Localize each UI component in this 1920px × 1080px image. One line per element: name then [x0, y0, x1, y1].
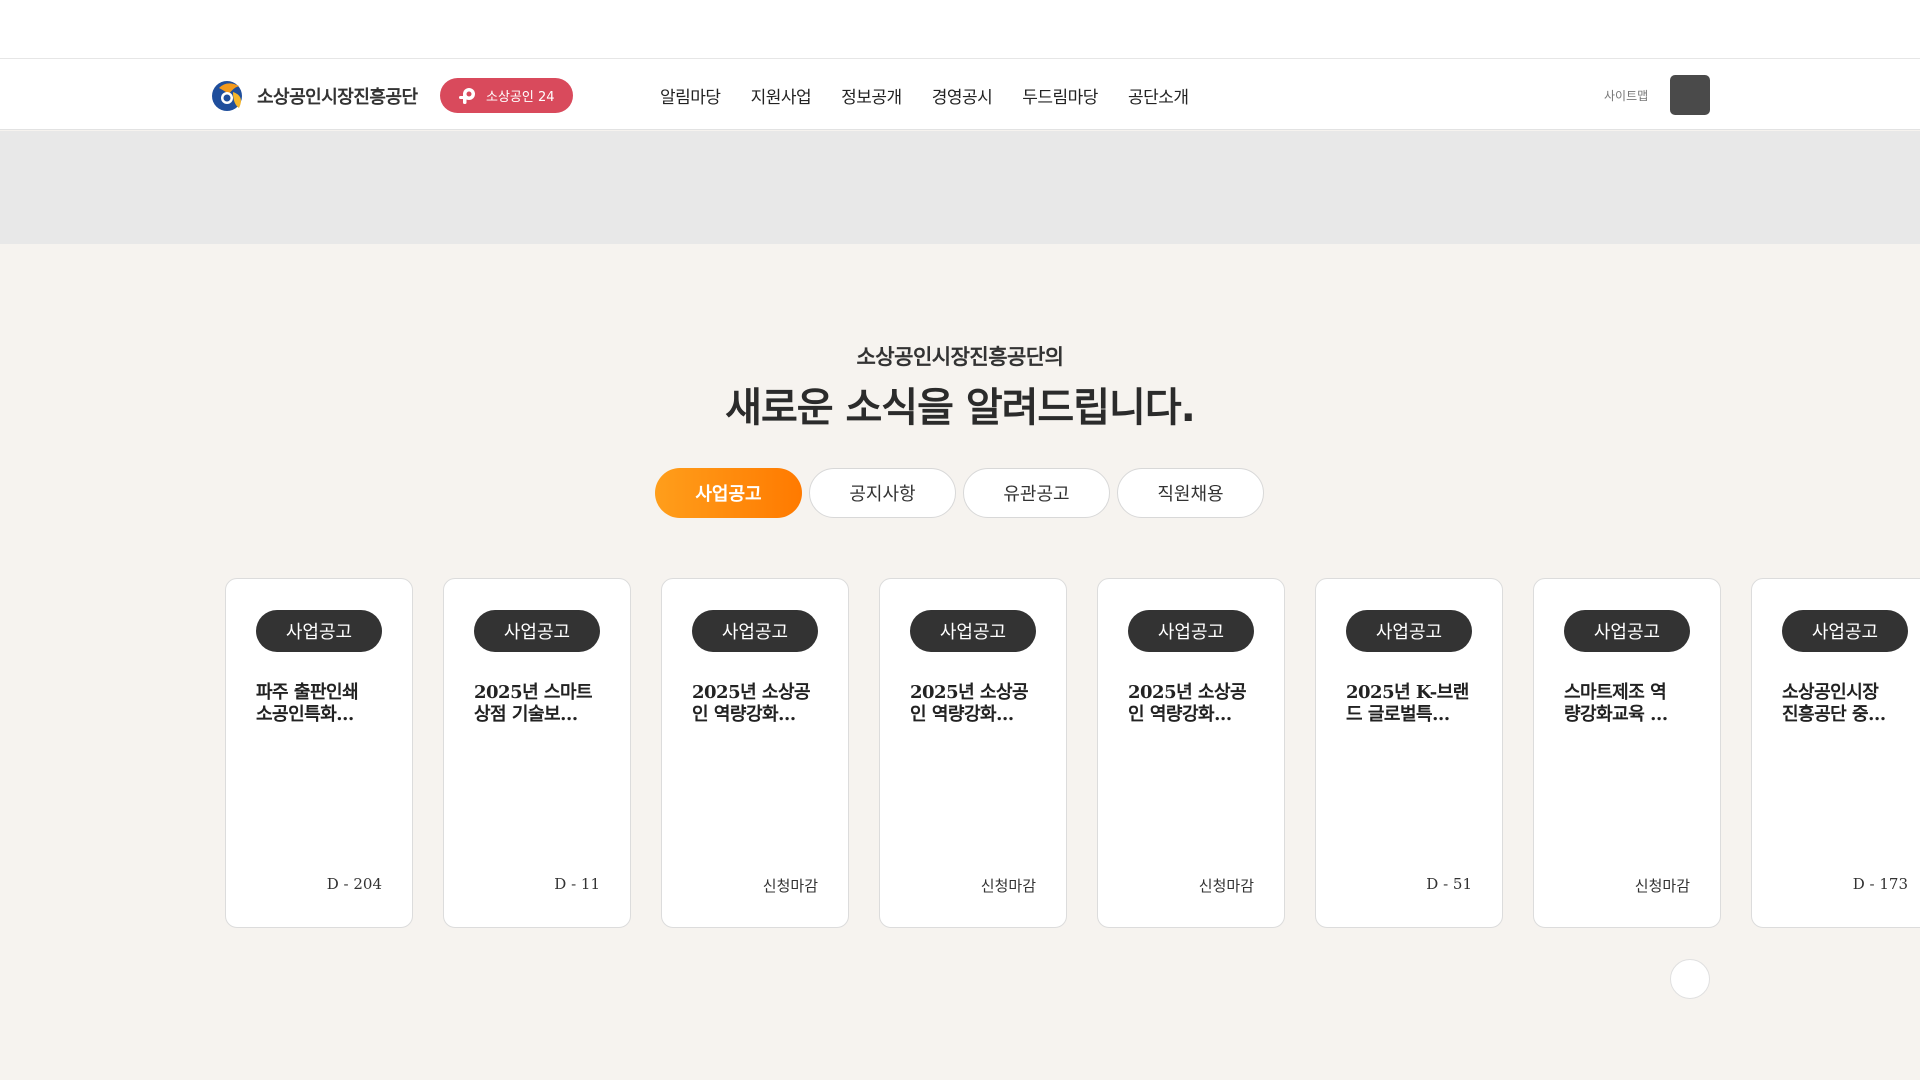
card-title-line: 2025년 K-브랜	[1346, 682, 1469, 703]
section-title: 새로운 소식을 알려드립니다.	[725, 385, 1196, 431]
site-logo[interactable]: 소상공인시장진흥공단	[209, 78, 418, 114]
sitemap-link[interactable]: 사이트맵	[1604, 87, 1648, 104]
tab-related-notice[interactable]: 유관공고	[963, 468, 1110, 518]
p-logo-icon	[459, 87, 475, 104]
card-status: 신청마감	[980, 877, 1036, 895]
card-status: D - 11	[554, 875, 600, 893]
card-title-line: 2025년 소상공	[1128, 682, 1247, 703]
site-header: 소상공인시장진흥공단 소상공인 24 알림마당 지원사업 정보공개 경영공시 두…	[0, 59, 1920, 130]
card-status: 신청마감	[1198, 877, 1254, 895]
card-title-line: 소상공인시장	[1782, 682, 1879, 703]
card-title-line: 진흥공단 중…	[1782, 704, 1886, 725]
card-title-line: 상점 기술보…	[474, 704, 578, 725]
card-title: 2025년 소상공 인 역량강화…	[692, 682, 822, 726]
card-status: D - 204	[326, 875, 382, 893]
nav-item-management[interactable]: 경영공시	[932, 83, 993, 108]
news-tabs: 사업공고 공지사항 유관공고 직원채용	[655, 468, 1264, 518]
nav-item-doodream[interactable]: 두드림마당	[1022, 83, 1098, 108]
logo-mark-icon	[212, 81, 242, 111]
sosanggongin24-button[interactable]: 소상공인 24	[440, 78, 573, 113]
card-category-badge: 사업공고	[1346, 610, 1472, 652]
card-status: D - 173	[1852, 875, 1908, 893]
card-category-badge: 사업공고	[1782, 610, 1908, 652]
tab-notice[interactable]: 공지사항	[809, 468, 956, 518]
card-category-badge: 사업공고	[474, 610, 600, 652]
notice-card[interactable]: 사업공고 2025년 스마트 상점 기술보… D - 11	[443, 578, 631, 928]
sosanggongin24-label: 소상공인 24	[486, 90, 555, 105]
nav-item-about[interactable]: 공단소개	[1128, 83, 1189, 108]
notice-card[interactable]: 사업공고 소상공인시장 진흥공단 중… D - 173	[1751, 578, 1920, 928]
card-title-line: 드 글로벌특…	[1346, 704, 1450, 725]
card-title: 2025년 소상공 인 역량강화…	[1128, 682, 1258, 726]
card-category-badge: 사업공고	[1564, 610, 1690, 652]
tab-business-notice[interactable]: 사업공고	[655, 468, 802, 518]
logo-text: 소상공인시장진흥공단	[257, 87, 418, 108]
card-title-line: 인 역량강화…	[910, 704, 1014, 725]
card-title: 소상공인시장 진흥공단 중…	[1782, 682, 1912, 726]
card-title: 스마트제조 역 량강화교육 …	[1564, 682, 1694, 726]
notice-card[interactable]: 사업공고 2025년 소상공 인 역량강화… 신청마감	[661, 578, 849, 928]
notice-card-list: 사업공고 파주 출판인쇄 소공인특화… D - 204 사업공고 2025년 스…	[225, 578, 1920, 930]
nav-item-notice[interactable]: 알림마당	[660, 83, 721, 108]
notice-card[interactable]: 사업공고 스마트제조 역 량강화교육 … 신청마감	[1533, 578, 1721, 928]
notice-card[interactable]: 사업공고 2025년 소상공 인 역량강화… 신청마감	[1097, 578, 1285, 928]
section-subtitle: 소상공인시장진흥공단의	[856, 345, 1064, 369]
hamburger-icon[interactable]	[1670, 75, 1710, 115]
card-title-line: 량강화교육 …	[1564, 704, 1668, 725]
card-status: 신청마감	[762, 877, 818, 895]
card-category-badge: 사업공고	[1128, 610, 1254, 652]
card-title: 2025년 소상공 인 역량강화…	[910, 682, 1040, 726]
top-bar	[0, 0, 1920, 59]
main-nav: 알림마당 지원사업 정보공개 경영공시 두드림마당 공단소개	[660, 83, 1189, 108]
tab-recruitment[interactable]: 직원채용	[1117, 468, 1264, 518]
notice-card[interactable]: 사업공고 2025년 소상공 인 역량강화… 신청마감	[879, 578, 1067, 928]
card-title-line: 스마트제조 역	[1564, 682, 1667, 703]
card-title-line: 인 역량강화…	[1128, 704, 1232, 725]
card-title-line: 인 역량강화…	[692, 704, 796, 725]
card-category-badge: 사업공고	[692, 610, 818, 652]
carousel-control-button[interactable]	[1670, 959, 1710, 999]
notice-card[interactable]: 사업공고 파주 출판인쇄 소공인특화… D - 204	[225, 578, 413, 928]
card-title-line: 2025년 소상공	[910, 682, 1029, 703]
card-title: 2025년 K-브랜 드 글로벌특…	[1346, 682, 1476, 726]
card-title: 2025년 스마트 상점 기술보…	[474, 682, 604, 726]
nav-item-support[interactable]: 지원사업	[751, 83, 812, 108]
card-status: 신청마감	[1634, 877, 1690, 895]
banner-area	[0, 131, 1920, 244]
card-title: 파주 출판인쇄 소공인특화…	[256, 682, 386, 726]
nav-item-info[interactable]: 정보공개	[841, 83, 902, 108]
card-status: D - 51	[1426, 875, 1472, 893]
card-title-line: 파주 출판인쇄	[256, 682, 359, 703]
card-category-badge: 사업공고	[910, 610, 1036, 652]
card-title-line: 2025년 소상공	[692, 682, 811, 703]
card-title-line: 2025년 스마트	[474, 682, 593, 703]
notice-card[interactable]: 사업공고 2025년 K-브랜 드 글로벌특… D - 51	[1315, 578, 1503, 928]
card-title-line: 소공인특화…	[256, 704, 354, 725]
card-category-badge: 사업공고	[256, 610, 382, 652]
